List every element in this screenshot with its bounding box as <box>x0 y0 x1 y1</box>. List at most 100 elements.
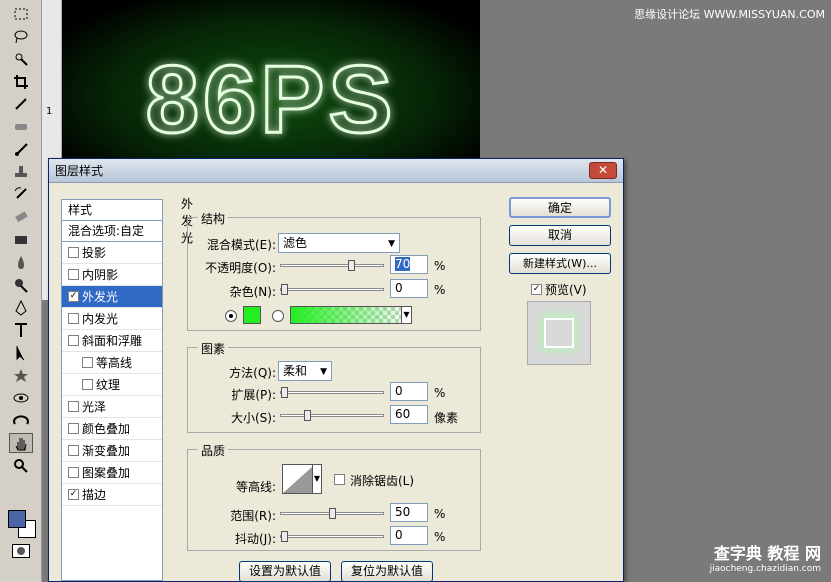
ok-button[interactable]: 确定 <box>509 197 611 218</box>
gradient-radio[interactable] <box>272 310 284 322</box>
chevron-down-icon[interactable]: ▼ <box>312 465 321 493</box>
blur-icon[interactable] <box>9 253 33 273</box>
style-item[interactable]: 斜面和浮雕 <box>62 330 162 352</box>
crop-icon[interactable] <box>9 72 33 92</box>
noise-slider-thumb[interactable] <box>281 284 288 295</box>
preview-checkbox[interactable]: ✓ <box>531 284 542 295</box>
layer-style-dialog: 图层样式 ✕ 样式 混合选项:自定 投影 内阴影 ✓ 外发光 内发光 斜面和浮雕等高线纹理… <box>48 158 624 582</box>
quick-mask-icon[interactable] <box>12 544 30 558</box>
style-item[interactable]: 颜色叠加 <box>62 418 162 440</box>
style-checkbox[interactable] <box>68 269 79 280</box>
style-item[interactable]: 图案叠加 <box>62 462 162 484</box>
contour-picker[interactable]: ▼ <box>282 464 322 494</box>
opacity-slider-thumb[interactable] <box>348 260 356 271</box>
opacity-input[interactable]: 70 <box>390 255 428 274</box>
style-item[interactable]: 内阴影 <box>62 264 162 286</box>
style-item[interactable]: 投影 <box>62 242 162 264</box>
3d-rotate-icon[interactable] <box>9 388 33 408</box>
blend-mode-select[interactable]: 滤色 ▼ <box>278 233 400 253</box>
jitter-slider-thumb[interactable] <box>281 531 288 542</box>
path-select-icon[interactable] <box>9 343 33 363</box>
blend-options-item[interactable]: 混合选项:自定 <box>62 221 162 242</box>
range-input[interactable]: 50 <box>390 503 428 522</box>
quality-section: 品质 等高线: ▼ 消除锯齿(L) 范围(R): 50 % 抖动(J): 0 % <box>187 442 481 551</box>
style-checkbox[interactable]: ✓ <box>68 291 79 302</box>
opacity-slider[interactable] <box>280 260 384 271</box>
style-item[interactable]: 等高线 <box>62 352 162 374</box>
gradient-icon[interactable] <box>9 230 33 250</box>
method-select[interactable]: 柔和 ▼ <box>278 361 332 381</box>
style-item-label: 等高线 <box>96 356 133 370</box>
spread-input[interactable]: 0 <box>390 382 428 401</box>
style-checkbox[interactable] <box>68 423 79 434</box>
set-default-button[interactable]: 设置为默认值 <box>239 561 331 582</box>
size-input[interactable]: 60 <box>390 405 428 424</box>
eraser-icon[interactable] <box>9 207 33 227</box>
style-checkbox[interactable] <box>82 357 93 368</box>
style-item-label: 渐变叠加 <box>82 444 131 458</box>
spread-slider[interactable] <box>280 387 384 398</box>
lasso-icon[interactable] <box>9 27 33 47</box>
style-checkbox[interactable] <box>68 445 79 456</box>
shape-icon[interactable] <box>9 366 33 386</box>
spread-unit: % <box>434 386 446 400</box>
hand-icon[interactable] <box>9 433 33 454</box>
preview-label: 预览(V) <box>545 283 587 297</box>
style-item[interactable]: ✓ 描边 <box>62 484 162 506</box>
jitter-label: 抖动(J): <box>235 532 276 546</box>
spread-slider-thumb[interactable] <box>281 387 288 398</box>
range-slider[interactable] <box>280 508 384 519</box>
style-checkbox[interactable]: ✓ <box>68 489 79 500</box>
style-checkbox[interactable] <box>68 247 79 258</box>
size-slider[interactable] <box>280 410 384 421</box>
chevron-down-icon[interactable]: ▼ <box>401 307 411 323</box>
healing-icon[interactable] <box>9 117 33 137</box>
glow-color-swatch[interactable] <box>243 306 261 324</box>
noise-input[interactable]: 0 <box>390 279 428 298</box>
blend-mode-value: 滤色 <box>283 236 308 250</box>
style-item[interactable]: 光泽 <box>62 396 162 418</box>
style-checkbox[interactable] <box>68 401 79 412</box>
jitter-input[interactable]: 0 <box>390 526 428 545</box>
dialog-titlebar[interactable]: 图层样式 <box>49 159 623 183</box>
style-checkbox[interactable] <box>68 335 79 346</box>
style-checkbox[interactable] <box>82 379 93 390</box>
noise-slider[interactable] <box>280 284 384 295</box>
3d-orbit-icon[interactable] <box>9 411 33 431</box>
solid-color-radio[interactable] <box>225 310 237 322</box>
reset-default-button[interactable]: 复位为默认值 <box>341 561 433 582</box>
eyedropper-icon[interactable] <box>9 94 33 114</box>
style-item[interactable]: ✓ 外发光 <box>62 286 162 308</box>
range-slider-thumb[interactable] <box>329 508 336 519</box>
close-button[interactable]: ✕ <box>589 162 617 179</box>
marquee-icon[interactable] <box>9 4 33 24</box>
size-slider-thumb[interactable] <box>304 410 312 421</box>
antialias-label: 消除锯齿(L) <box>350 474 415 488</box>
type-icon[interactable] <box>9 320 33 340</box>
jitter-slider[interactable] <box>280 531 384 542</box>
brush-icon[interactable] <box>9 140 33 160</box>
pen-icon[interactable] <box>9 298 33 318</box>
quality-title: 品质 <box>198 442 229 459</box>
styles-header[interactable]: 样式 <box>62 200 162 221</box>
history-brush-icon[interactable] <box>9 185 33 205</box>
style-checkbox[interactable] <box>68 467 79 478</box>
new-style-button[interactable]: 新建样式(W)... <box>509 253 611 274</box>
style-item-label: 描边 <box>82 488 107 502</box>
style-preview <box>527 301 591 365</box>
preview-toggle[interactable]: ✓ 预览(V) <box>531 281 587 298</box>
gradient-picker[interactable]: ▼ <box>290 306 412 324</box>
styles-list: 样式 混合选项:自定 投影 内阴影 ✓ 外发光 内发光 斜面和浮雕等高线纹理 光泽 颜色叠加渐… <box>61 199 163 581</box>
style-item[interactable]: 内发光 <box>62 308 162 330</box>
document-canvas[interactable]: 86PS <box>62 0 480 160</box>
style-item[interactable]: 渐变叠加 <box>62 440 162 462</box>
dodge-icon[interactable] <box>9 275 33 295</box>
cancel-button[interactable]: 取消 <box>509 225 611 246</box>
foreground-color-swatch[interactable] <box>8 510 26 528</box>
quick-select-icon[interactable] <box>9 49 33 69</box>
antialias-checkbox[interactable] <box>334 474 345 485</box>
zoom-icon[interactable] <box>9 456 33 476</box>
stamp-icon[interactable] <box>9 162 33 182</box>
style-checkbox[interactable] <box>68 313 79 324</box>
style-item[interactable]: 纹理 <box>62 374 162 396</box>
